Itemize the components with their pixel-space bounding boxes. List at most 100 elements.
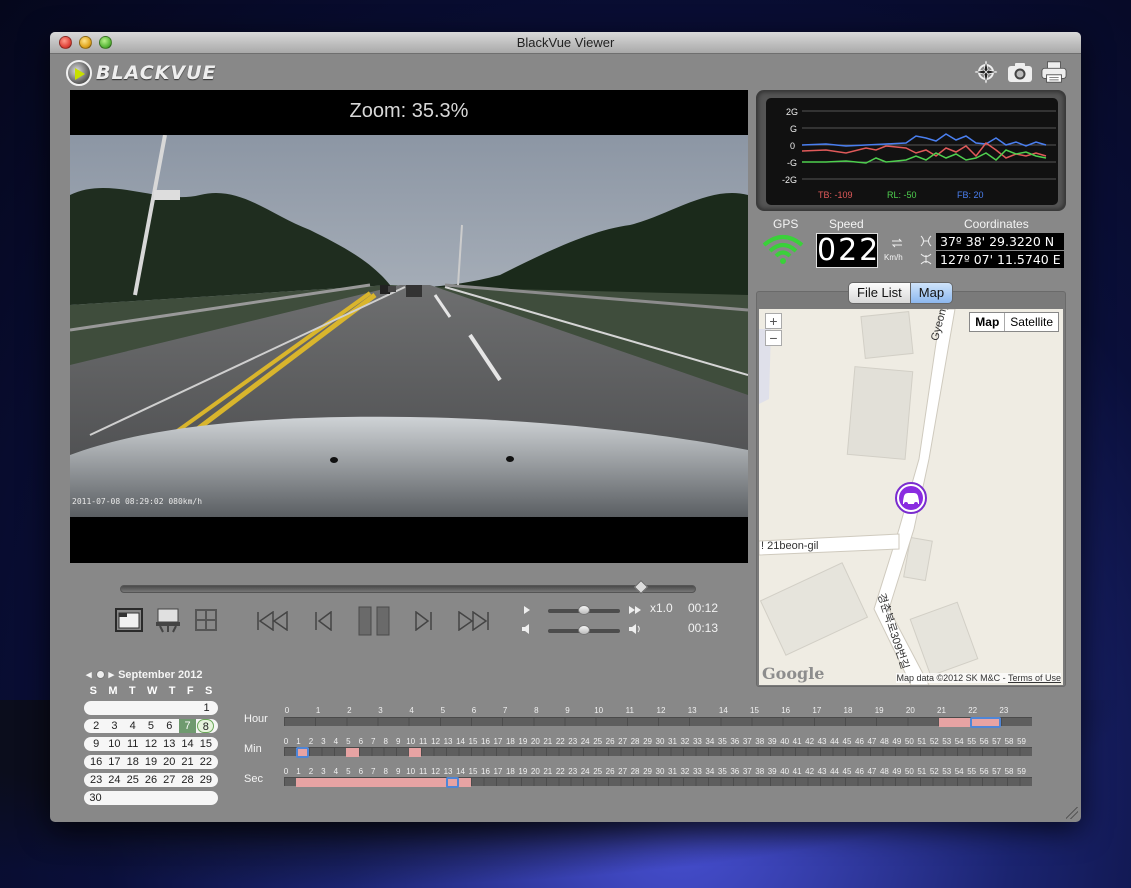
recorded-segment[interactable]	[296, 778, 309, 787]
seek-bar[interactable]	[120, 579, 696, 595]
map-view-icon[interactable]	[153, 607, 183, 633]
scale-tick-label: 37	[742, 737, 752, 746]
calendar-day[interactable]: 8	[197, 719, 215, 733]
recorded-segment[interactable]	[433, 778, 447, 787]
video-player[interactable]: Zoom: 35.3% 2011-07-08 08:29:02 080km/h	[70, 90, 748, 563]
printer-icon[interactable]	[1041, 60, 1067, 84]
calendar-day[interactable]: 16	[88, 755, 105, 769]
calendar-blank	[113, 701, 130, 715]
recorded-segment[interactable]	[408, 778, 422, 787]
selected-segment[interactable]	[446, 777, 459, 788]
playback-speed-knob[interactable]	[578, 605, 590, 615]
calendar-day[interactable]: 10	[106, 737, 123, 751]
recorded-segment[interactable]	[383, 778, 397, 787]
calendar-day[interactable]: 7	[179, 719, 197, 733]
close-window-button[interactable]	[59, 36, 72, 49]
recorded-segment[interactable]	[421, 778, 434, 787]
scale-tick-label: 52	[929, 767, 939, 776]
map-type-map-button[interactable]: Map	[970, 313, 1006, 331]
resize-grip[interactable]	[1066, 807, 1078, 819]
zoom-window-button[interactable]	[99, 36, 112, 49]
skip-to-end-icon[interactable]	[456, 609, 490, 633]
calendar-day[interactable]: 18	[124, 755, 141, 769]
tab-file-list[interactable]: File List	[849, 283, 910, 303]
recorded-segment[interactable]	[408, 748, 422, 757]
calendar-day[interactable]: 4	[124, 719, 141, 733]
scale-tick-label: 6	[471, 706, 477, 715]
calendar-day[interactable]: 12	[142, 737, 159, 751]
calendar-day[interactable]: 24	[106, 773, 123, 787]
scale-tick-label: 26	[605, 737, 615, 746]
previous-month-icon[interactable]: ◂	[86, 668, 92, 681]
camera-icon[interactable]	[1007, 60, 1033, 84]
calendar-day[interactable]: 2	[88, 719, 105, 733]
scale-tick-label: 14	[718, 706, 728, 715]
calendar-day[interactable]: 5	[142, 719, 159, 733]
calendar-day[interactable]: 28	[179, 773, 196, 787]
calendar-day[interactable]: 13	[161, 737, 178, 751]
terms-of-use-link[interactable]: Terms of Use	[1008, 673, 1061, 683]
calendar-day[interactable]: 26	[142, 773, 159, 787]
grid-view-icon[interactable]	[193, 608, 219, 632]
calendar-day[interactable]: 14	[179, 737, 196, 751]
map-view[interactable]: Gyeongchu ! 21beon-gil 경춘북로309번길 + − Map…	[759, 309, 1063, 685]
calendar-day[interactable]: 3	[106, 719, 123, 733]
calendar-day[interactable]: 6	[161, 719, 178, 733]
volume-knob[interactable]	[578, 625, 590, 635]
recorded-segment[interactable]	[396, 778, 409, 787]
minute-timeline[interactable]	[284, 747, 1032, 758]
selected-segment[interactable]	[296, 747, 309, 758]
calendar-day[interactable]: 9	[88, 737, 105, 751]
calendar-day[interactable]: 25	[124, 773, 141, 787]
map-zoom-out-button[interactable]: −	[765, 330, 782, 346]
calendar-day[interactable]: 29	[197, 773, 214, 787]
pause-icon[interactable]	[356, 605, 392, 637]
recorded-segment[interactable]	[333, 778, 347, 787]
next-month-icon[interactable]: ▸	[109, 668, 115, 681]
seek-knob[interactable]	[633, 579, 649, 595]
recorded-segment[interactable]	[938, 718, 970, 727]
recorded-segment[interactable]	[458, 778, 471, 787]
recorded-segment[interactable]	[308, 778, 322, 787]
map-zoom-in-button[interactable]: +	[765, 313, 782, 329]
unit-toggle-icon[interactable]	[890, 237, 904, 249]
volume-slider[interactable]	[548, 625, 620, 635]
calendar-day[interactable]: 19	[142, 755, 159, 769]
scale-tick-label: 18	[505, 767, 515, 776]
recorded-segment[interactable]	[358, 778, 372, 787]
scale-tick-label: 56	[979, 767, 989, 776]
calendar-day[interactable]: 17	[106, 755, 123, 769]
skip-to-start-icon[interactable]	[256, 609, 290, 633]
calendar-day[interactable]: 11	[124, 737, 141, 751]
map-type-satellite-button[interactable]: Satellite	[1005, 313, 1058, 331]
calendar-day[interactable]: 27	[161, 773, 178, 787]
selected-segment[interactable]	[969, 717, 1001, 728]
playback-speed-slider[interactable]	[548, 605, 620, 615]
recorded-segment[interactable]	[321, 778, 334, 787]
vehicle-position-icon	[894, 481, 928, 515]
calendar-day[interactable]: 20	[161, 755, 178, 769]
calendar-day[interactable]: 30	[87, 791, 104, 805]
second-scale: 0 1 2 3 4 5 6 7 8 9 10 11 12 13 14 15 16 17 18 19 20 21 22 23 24…	[284, 767, 1032, 777]
map-type-toggle: Map Satellite	[969, 312, 1059, 332]
calendar-day[interactable]: 23	[88, 773, 105, 787]
recorded-segment[interactable]	[371, 778, 384, 787]
today-icon[interactable]	[95, 670, 105, 679]
scale-tick-label: 7	[371, 767, 376, 776]
calendar-day[interactable]: 15	[197, 737, 214, 751]
tab-map[interactable]: Map	[909, 283, 953, 303]
previous-frame-icon[interactable]	[312, 609, 334, 633]
calendar-day[interactable]: 21	[179, 755, 196, 769]
next-frame-icon[interactable]	[413, 609, 435, 633]
recorded-segment[interactable]	[346, 748, 359, 757]
calendar-day[interactable]: 1	[198, 701, 215, 715]
recorded-segment[interactable]	[346, 778, 359, 787]
calendar-blank	[138, 791, 155, 805]
single-view-icon[interactable]	[114, 607, 144, 633]
minimize-window-button[interactable]	[79, 36, 92, 49]
crosshair-icon[interactable]	[973, 60, 999, 84]
calendar-day[interactable]: 22	[197, 755, 214, 769]
hour-timeline[interactable]	[284, 717, 1032, 728]
second-timeline[interactable]	[284, 777, 1032, 788]
scale-tick-label: 36	[730, 767, 740, 776]
